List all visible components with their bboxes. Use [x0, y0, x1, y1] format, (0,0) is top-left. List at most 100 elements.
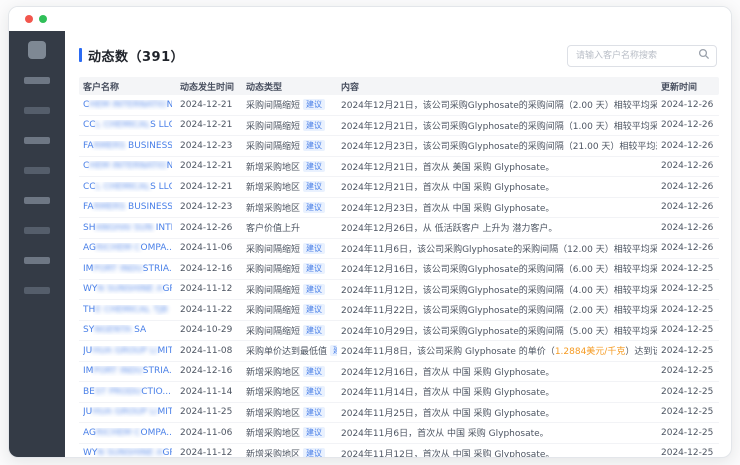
event-content: 2024年11月14日，首次从 中国 采购 Glyphosate。: [337, 385, 657, 398]
customer-link[interactable]: CCL CHEMICALS LLC: [83, 120, 172, 130]
update-time: 2024-12-25: [657, 284, 719, 294]
table-row[interactable]: CHEM INTERNATIONAL L... 2024-12-21采购间隔缩短建…: [79, 95, 719, 116]
title-accent-bar: [79, 48, 82, 62]
table-row[interactable]: IMPORT INDUSTRIA...2024-12-16新增采购地区建议202…: [79, 362, 719, 383]
event-type-cell: 新增采购地区建议: [242, 365, 337, 378]
table-row[interactable]: WYN SUNSHINE AGRIC...2024-11-12新增采购地区建议2…: [79, 444, 719, 458]
event-content: 2024年11月6日，该公司采购Glyphosate的采购间隔（12.00 天）…: [337, 242, 657, 255]
update-time: 2024-12-26: [657, 141, 719, 151]
sidebar-nav-item[interactable]: [24, 137, 50, 144]
suggestion-tag: 建议: [303, 284, 325, 295]
table-row[interactable]: JUHUA GROUP LIMITED 2024-11-08采购单价达到最低值建议…: [79, 341, 719, 362]
customer-link[interactable]: JUHUA GROUP LIMITED: [83, 346, 172, 356]
customer-link[interactable]: CCL CHEMICALS LLC: [83, 182, 172, 192]
customer-link[interactable]: FARMERS BUSINESS NET...: [83, 141, 172, 151]
event-content: 2024年11月12日，首次从 中国 采购 Glyphosate。: [337, 447, 657, 457]
table-row[interactable]: THE CHEMICAL TJB2024-11-22采购间隔缩短建议2024年1…: [79, 300, 719, 321]
customer-cell: SHANGHAI SUN INTER...: [79, 223, 176, 233]
sidebar-nav-item[interactable]: [24, 257, 50, 264]
event-type: 新增采购地区: [246, 429, 300, 439]
event-type-cell: 采购间隔缩短建议: [242, 262, 337, 275]
suggestion-tag: 建议: [303, 407, 325, 418]
table-row[interactable]: IMPORT INDUSTRIA...2024-12-16采购间隔缩短建议202…: [79, 259, 719, 280]
table-row[interactable]: CCL CHEMICALS LLC2024-12-21新增采购地区建议2024年…: [79, 177, 719, 198]
customer-link[interactable]: IMPORT INDUSTRIA...: [83, 264, 172, 274]
table-row[interactable]: CCL CHEMICALS LLC2024-12-21采购间隔缩短建议2024年…: [79, 116, 719, 137]
update-time: 2024-12-25: [657, 305, 719, 315]
event-time: 2024-11-22: [176, 305, 242, 315]
suggestion-tag: 建议: [303, 181, 325, 192]
event-type: 新增采购地区: [246, 388, 300, 398]
event-content: 2024年12月21日，该公司采购Glyphosate的采购间隔（2.00 天）…: [337, 98, 657, 111]
update-time: 2024-12-25: [657, 366, 719, 376]
customer-link[interactable]: IMPORT INDUSTRIA...: [83, 366, 172, 376]
customer-link[interactable]: AGRICHEM COMPA...: [83, 243, 172, 253]
column-header: 动态发生时间: [176, 80, 242, 93]
event-time: 2024-11-12: [176, 284, 242, 294]
customer-link[interactable]: WYN SUNSHINE AGRIC...: [83, 448, 172, 457]
customer-link[interactable]: WYN SUNSHINE AGRIC...: [83, 284, 172, 294]
search-input[interactable]: [567, 45, 717, 67]
table-row[interactable]: FARMERS BUSINESS NET... 2024-12-23新增采购地区建…: [79, 198, 719, 219]
event-type-cell: 采购单价达到最低值建议: [242, 344, 337, 357]
table-row[interactable]: AGRICHEM COMPA...2024-11-06新增采购地区建议2024年…: [79, 423, 719, 444]
suggestion-tag: 建议: [303, 202, 325, 213]
event-time: 2024-12-21: [176, 100, 242, 110]
event-time: 2024-11-08: [176, 346, 242, 356]
table-row[interactable]: SHANGHAI SUN INTER...2024-12-26客户价值上升202…: [79, 218, 719, 239]
customer-link[interactable]: SYNGENTA SA: [83, 325, 172, 335]
customer-link[interactable]: THE CHEMICAL TJB: [83, 305, 172, 315]
customer-cell: CCL CHEMICALS LLC: [79, 182, 176, 192]
table-row[interactable]: FARMERS BUSINESS NET...2024-12-23采购间隔缩短建…: [79, 136, 719, 157]
event-type-cell: 采购间隔缩短建议: [242, 98, 337, 111]
suggestion-tag: 建议: [303, 120, 325, 131]
customer-cell: THE CHEMICAL TJB: [79, 305, 176, 315]
sidebar-nav-item[interactable]: [24, 197, 50, 204]
customer-cell: BEST PRODUCTIO...: [79, 387, 176, 397]
search-box[interactable]: [567, 43, 717, 67]
event-content: 2024年12月16日，该公司采购Glyphosate的采购间隔（6.00 天）…: [337, 262, 657, 275]
customer-link[interactable]: AGRICHEM COMPA...: [83, 428, 172, 438]
sidebar-nav-item[interactable]: [24, 167, 50, 174]
table-row[interactable]: CHEM INTERNATIONAL L...2024-12-21新增采购地区建…: [79, 157, 719, 178]
page-title: 动态数（391）: [88, 46, 184, 65]
table-body: CHEM INTERNATIONAL L...2024-12-21采购间隔缩短建…: [79, 95, 719, 457]
event-content: 2024年12月23日，首次从 中国 采购 Glyphosate。: [337, 201, 657, 214]
customer-link[interactable]: CHEM INTERNATIONAL L...: [83, 100, 172, 110]
suggestion-tag: 建议: [303, 263, 325, 274]
customer-link[interactable]: CHEM INTERNATIONAL L...: [83, 161, 172, 171]
sidebar-nav-item[interactable]: [24, 107, 50, 114]
window-titlebar: [9, 7, 731, 31]
suggestion-tag: 建议: [303, 427, 325, 438]
customer-link[interactable]: JUHUA GROUP LIMITED: [83, 407, 172, 417]
event-time: 2024-11-25: [176, 407, 242, 417]
event-content: 2024年11月12日，该公司采购Glyphosate的采购间隔（4.00 天）…: [337, 283, 657, 296]
event-time: 2024-12-23: [176, 202, 242, 212]
customer-link[interactable]: SHANGHAI SUN INTER...: [83, 223, 172, 233]
event-type-cell: 新增采购地区建议: [242, 201, 337, 214]
event-content: 2024年12月21日，首次从 中国 采购 Glyphosate。: [337, 180, 657, 193]
event-type: 新增采购地区: [246, 163, 300, 173]
customer-link[interactable]: FARMERS BUSINESS NET...: [83, 202, 172, 212]
customer-link[interactable]: BEST PRODUCTIO...: [83, 387, 172, 397]
table-row[interactable]: WYN SUNSHINE AGRIC... 2024-11-12 采购间隔缩短建议 2…: [79, 280, 719, 301]
sidebar-nav-item[interactable]: [24, 287, 50, 294]
table-row[interactable]: JUHUA GROUP LIMITED2024-11-25新增采购地区建议202…: [79, 403, 719, 424]
sidebar-nav-item[interactable]: [24, 227, 50, 234]
suggestion-tag: 建议: [303, 140, 325, 151]
sidebar-nav-item[interactable]: [24, 77, 50, 84]
window-maximize-dot[interactable]: [39, 15, 47, 23]
table-row[interactable]: AGRICHEM COMPA...2024-11-06采购间隔缩短建议2024年…: [79, 239, 719, 260]
table-row[interactable]: SYNGENTA SA2024-10-29采购间隔缩短建议2024年10月29日…: [79, 321, 719, 342]
window-close-dot[interactable]: [25, 15, 33, 23]
event-type-cell: 客户价值上升: [242, 221, 337, 234]
event-content: 2024年11月6日，首次从 中国 采购 Glyphosate。: [337, 426, 657, 439]
event-type: 新增采购地区: [246, 450, 300, 457]
event-type: 采购间隔缩短: [246, 286, 300, 296]
event-time: 2024-12-21: [176, 182, 242, 192]
table-row[interactable]: BEST PRODUCTIO...2024-11-14新增采购地区建议2024年…: [79, 382, 719, 403]
update-time: 2024-12-25: [657, 428, 719, 438]
update-time: 2024-12-26: [657, 120, 719, 130]
update-time: 2024-12-26: [657, 161, 719, 171]
search-icon[interactable]: [698, 48, 710, 60]
